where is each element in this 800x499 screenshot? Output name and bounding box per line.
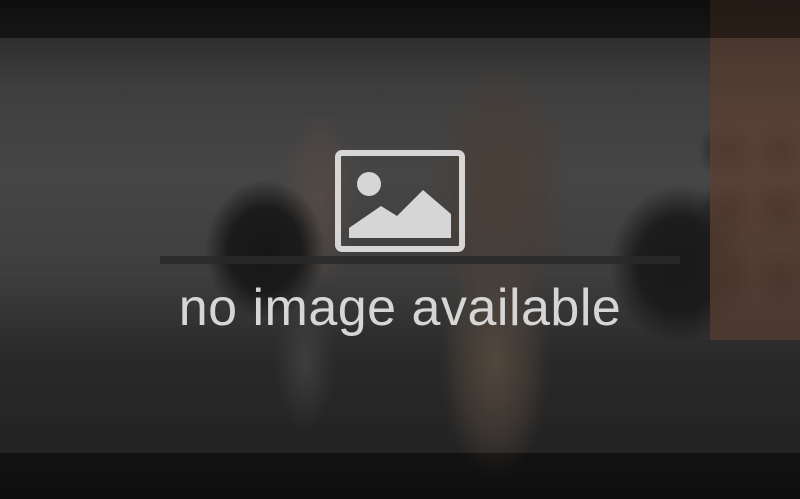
bottom-band (0, 453, 800, 499)
no-image-placeholder: no image available (0, 150, 800, 338)
top-band (0, 0, 800, 38)
image-placeholder-icon (335, 150, 465, 252)
no-image-label: no image available (178, 279, 622, 337)
image-viewer: no image available (0, 0, 800, 499)
